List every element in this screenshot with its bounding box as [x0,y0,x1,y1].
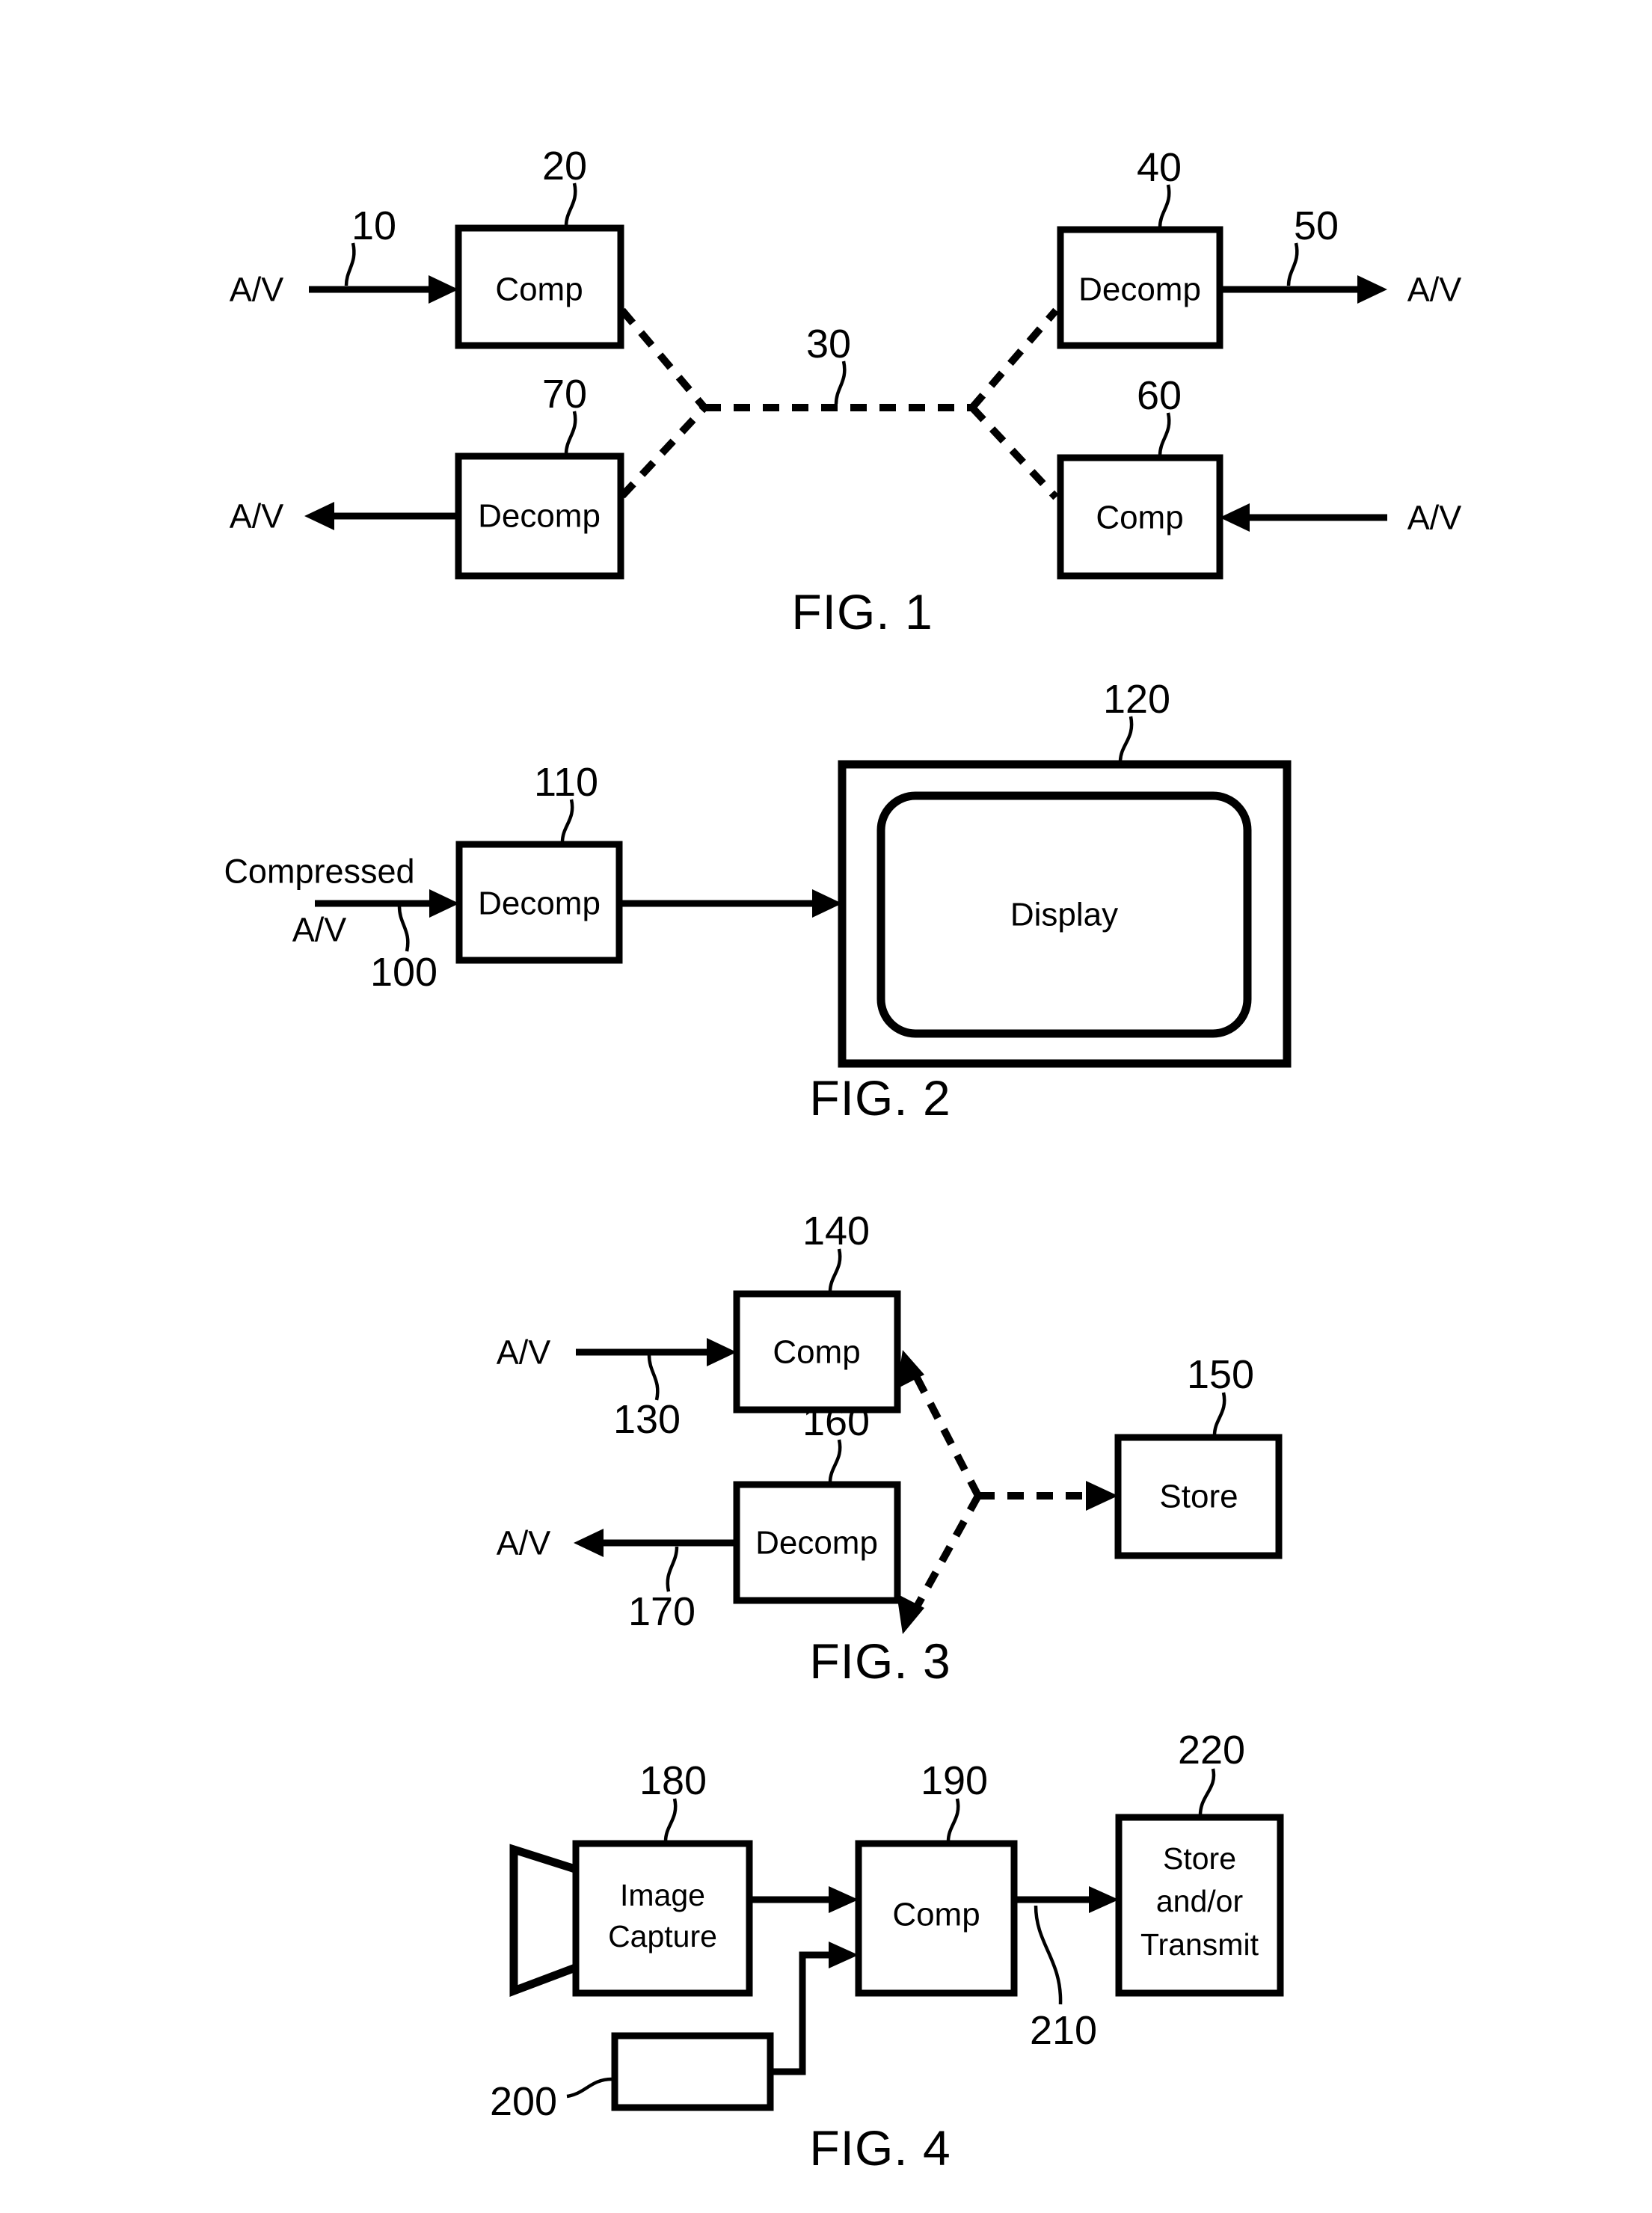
fig4-ref210: 210 [1030,2008,1097,2053]
fig1-ref40: 40 [1137,145,1182,190]
fig1-ref10: 10 [351,203,396,248]
fig2-ref110: 110 [534,760,598,805]
fig4-caption: FIG. 4 [809,2120,951,2176]
fig1-ref60: 60 [1137,373,1182,418]
fig4-ref220: 220 [1178,1728,1245,1772]
fig4-sensor-box[interactable] [611,2032,774,2111]
fig4-image-capture-box[interactable] [572,1840,753,1997]
patent-drawing-sheet: Comp 20 A/V 10 Decomp 70 A/V Decomp 40 A… [0,0,1652,2213]
fig2-input-label-line1: Compressed [224,853,414,891]
fig1-comp-right-label: Comp [1096,500,1183,536]
fig1-decomp-right-label: Decomp [1078,271,1201,308]
fig3-comp-label: Comp [773,1334,860,1371]
fig1-input-left-label: A/V [230,271,284,309]
fig3-decomp-label: Decomp [755,1525,878,1562]
fig4-camera-lens-icon [509,1844,582,1997]
fig3-caption: FIG. 3 [809,1633,951,1689]
fig2-decomp-label: Decomp [478,885,601,922]
fig1-ref50: 50 [1294,203,1339,248]
fig2-input-label-line2: A/V [292,911,347,949]
fig1-caption: FIG. 1 [791,584,933,639]
fig4-ref200: 200 [490,2079,557,2124]
fig1-ref70: 70 [542,372,587,417]
fig3-store-label: Store [1159,1479,1238,1515]
fig1-ref20: 20 [542,144,587,188]
fig2-display-label: Display [1010,897,1118,933]
fig1-output-left-label: A/V [230,497,284,535]
fig3-ref150: 150 [1187,1352,1254,1397]
fig2-ref120: 120 [1103,677,1170,722]
fig4-comp-label: Comp [892,1897,980,1933]
fig1-ref30: 30 [806,322,851,366]
fig3-ref140: 140 [802,1209,870,1253]
fig1-decomp-left-label: Decomp [478,498,601,535]
fig4-store-transmit-label-line3: Transmit [1140,1927,1259,1962]
fig3-ref130: 130 [613,1397,681,1442]
fig4-image-capture-label-line1: Image [620,1878,705,1912]
fig4-store-transmit-label-line2: and/or [1156,1884,1243,1918]
fig2-caption: FIG. 2 [809,1070,951,1126]
fig3-input-label: A/V [497,1333,551,1372]
fig1-output-right-label: A/V [1407,271,1462,309]
fig3-ref160: 160 [802,1399,870,1444]
fig4-store-transmit-label-line1: Store [1163,1841,1236,1876]
fig2-ref100: 100 [370,950,437,995]
fig4-ref180: 180 [639,1758,707,1803]
fig4-image-capture-label-line2: Capture [608,1919,717,1953]
fig4-ref190: 190 [921,1758,988,1803]
fig3-output-label: A/V [497,1524,551,1562]
fig3-ref170: 170 [628,1589,696,1634]
fig1-input-right-label: A/V [1407,499,1462,537]
fig1-comp-left-label: Comp [495,271,583,308]
